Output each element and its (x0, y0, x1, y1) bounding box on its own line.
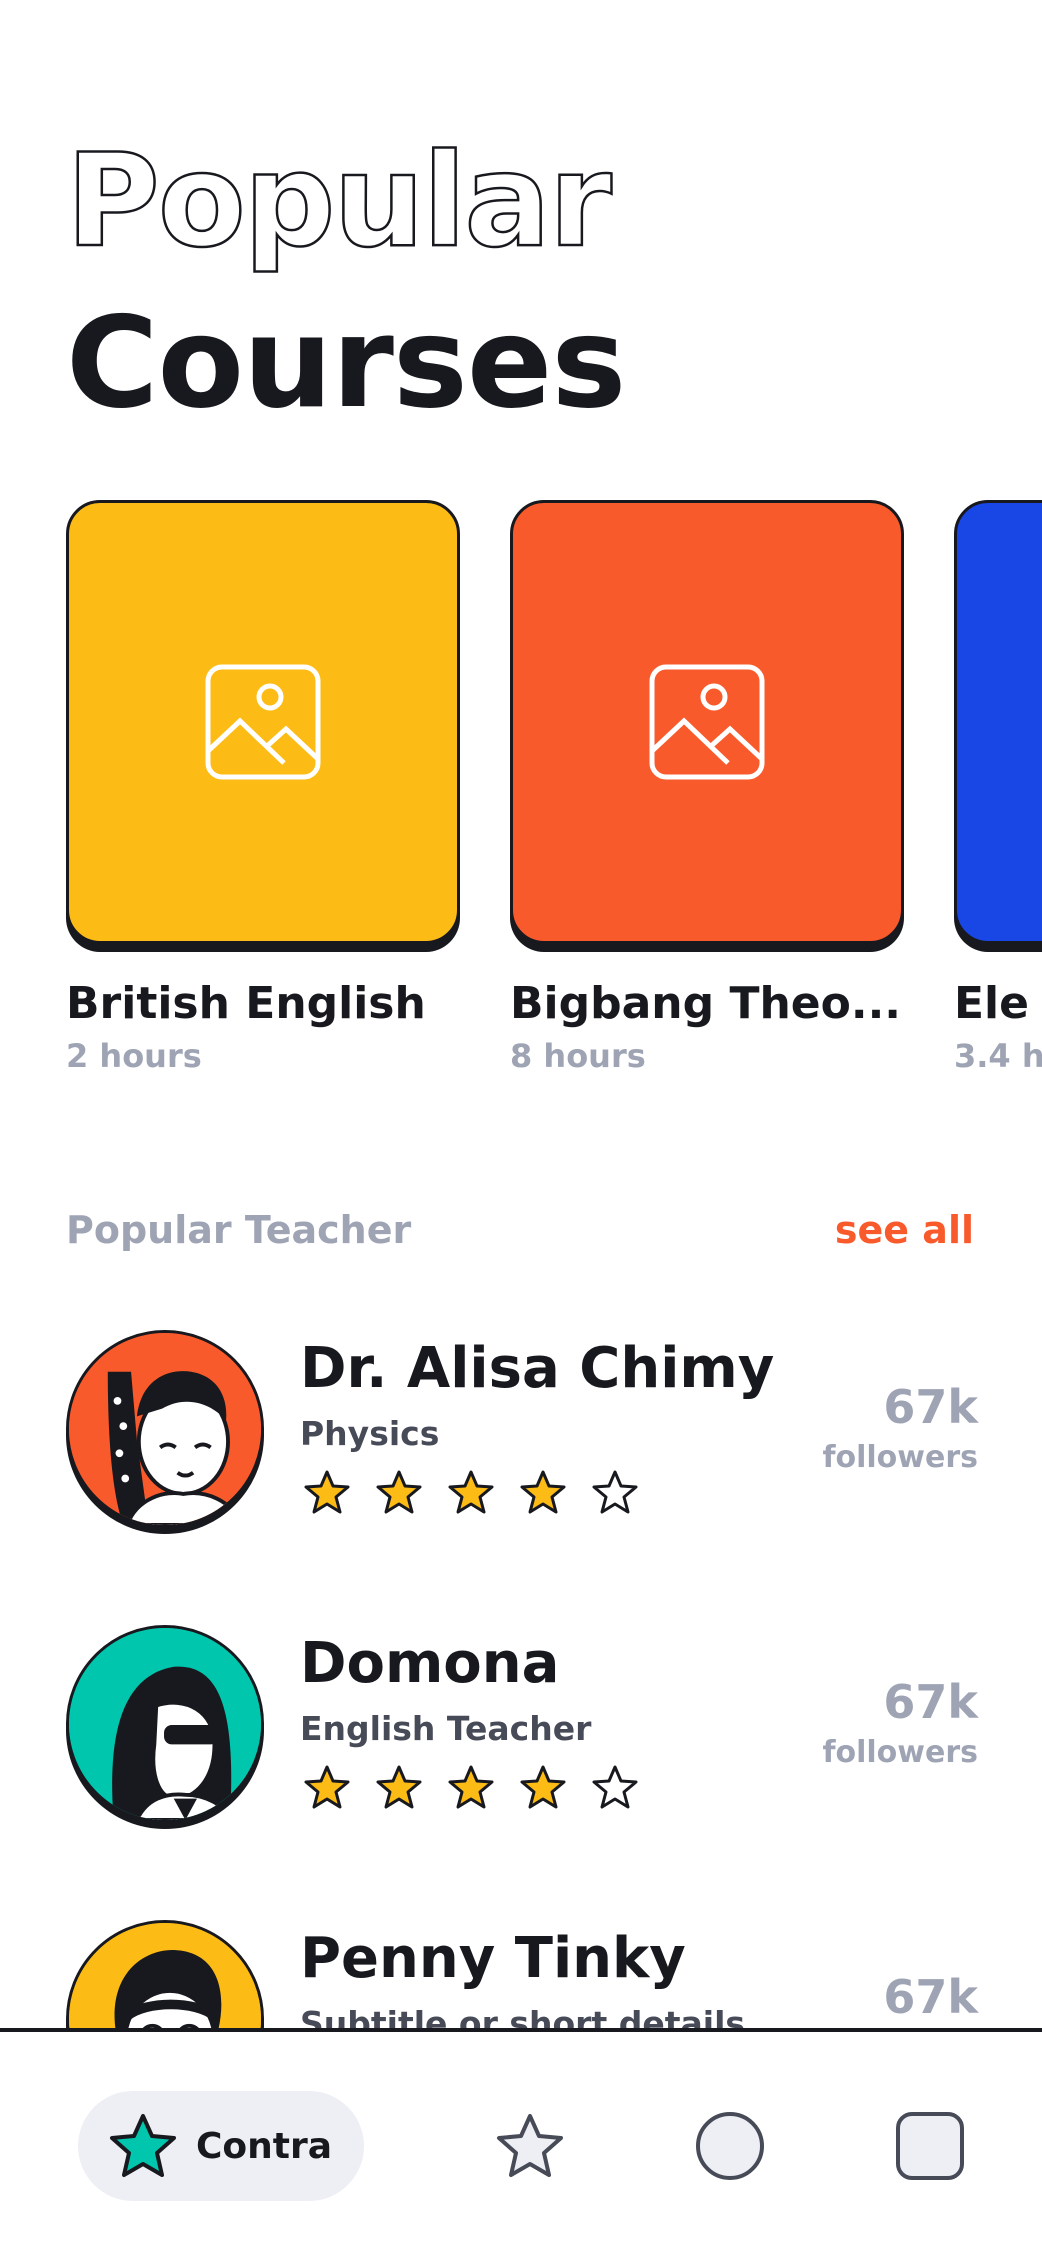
course-thumbnail[interactable] (66, 500, 460, 944)
circle-icon (696, 2112, 764, 2180)
nav-item-favorites[interactable] (494, 2110, 566, 2182)
teacher-item-2[interactable]: Domona English Teacher 67k followers (66, 1625, 978, 1835)
square-icon (896, 2112, 964, 2180)
teacher-subject: English Teacher (300, 1709, 592, 1748)
course-duration: 3.4 h (954, 1037, 1042, 1075)
teacher-name: Domona (300, 1631, 560, 1696)
nav-item-square[interactable] (894, 2110, 966, 2182)
star-filled-icon (448, 1470, 494, 1514)
course-title: British English (66, 978, 426, 1029)
section-title: Popular Teacher (66, 1208, 412, 1252)
course-duration: 8 hours (510, 1037, 646, 1075)
teacher-subject: Physics (300, 1414, 440, 1453)
course-card-2[interactable]: Bigbang Theo... 8 hours (510, 500, 910, 1075)
course-duration: 2 hours (66, 1037, 202, 1075)
see-all-link[interactable]: see all (835, 1208, 974, 1252)
nav-label: Contra (196, 2125, 333, 2167)
star-filled-icon (520, 1765, 566, 1809)
teacher-item-1[interactable]: Dr. Alisa Chimy Physics 67k followers (66, 1330, 978, 1540)
followers-label: followers (822, 1735, 978, 1770)
avatar (66, 1330, 264, 1528)
followers-count: 67k (883, 1675, 978, 1729)
teacher-name: Penny Tinky (300, 1926, 686, 1991)
followers-label: followers (822, 1440, 978, 1475)
star-empty-icon (592, 1470, 638, 1514)
star-filled-icon (304, 1765, 350, 1809)
star-filled-icon (448, 1765, 494, 1809)
star-filled-icon (376, 1765, 422, 1809)
course-thumbnail[interactable] (954, 500, 1042, 944)
followers-count: 67k (883, 1970, 978, 2024)
courses-carousel[interactable]: British English 2 hours Bigbang Theo... … (66, 500, 1042, 1090)
star-filled-icon (376, 1470, 422, 1514)
star-outline-icon (497, 2114, 563, 2177)
followers-count: 67k (883, 1380, 978, 1434)
image-placeholder-icon (205, 664, 321, 780)
image-placeholder-icon (649, 664, 765, 780)
teacher-name: Dr. Alisa Chimy (300, 1336, 775, 1401)
star-icon (110, 2114, 176, 2177)
nav-item-contra[interactable]: Contra (78, 2091, 364, 2201)
page-title-line2: Courses (66, 289, 626, 436)
nav-item-circle[interactable] (694, 2110, 766, 2182)
avatar (66, 1625, 264, 1823)
course-card-3[interactable]: Ele 3.4 h (954, 500, 1042, 1075)
star-empty-icon (592, 1765, 638, 1809)
course-card-1[interactable]: British English 2 hours (66, 500, 466, 1075)
teachers-section-header: Popular Teacher see all (66, 1208, 974, 1252)
rating-stars (302, 1763, 640, 1813)
star-filled-icon (520, 1470, 566, 1514)
star-filled-icon (304, 1470, 350, 1514)
rating-stars (302, 1468, 640, 1518)
bottom-nav: Contra (0, 2028, 1042, 2256)
course-title: Bigbang Theo... (510, 978, 901, 1029)
course-title: Ele (954, 978, 1029, 1029)
course-thumbnail[interactable] (510, 500, 904, 944)
page-title-line1: Popular (65, 127, 613, 276)
